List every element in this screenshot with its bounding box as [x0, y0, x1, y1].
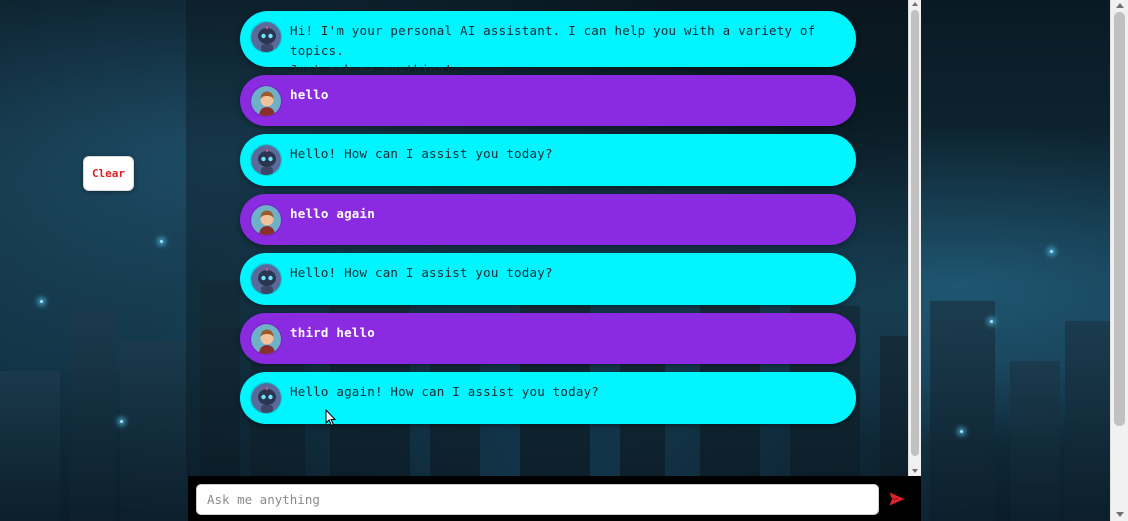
chat-scrollbar-thumb[interactable] — [911, 10, 919, 456]
user-message: hello again — [240, 194, 856, 245]
message-text: Hello! How can I assist you today? — [290, 146, 553, 161]
message-text: hello again — [290, 206, 375, 221]
user-avatar-icon — [250, 204, 282, 236]
light-dot — [160, 240, 163, 243]
scroll-down-arrow-icon[interactable] — [912, 469, 918, 473]
bot-message: Hi! I'm your personal AI assistant. I ca… — [240, 11, 856, 77]
bot-message: Hello again! How can I assist you today? — [240, 372, 856, 424]
user-message: hello — [240, 75, 856, 126]
message-text: third hello — [290, 325, 375, 340]
page-scroll-up-arrow-icon[interactable] — [1116, 3, 1124, 8]
light-dot — [40, 300, 43, 303]
page-scrollbar-thumb[interactable] — [1114, 12, 1125, 426]
scroll-up-arrow-icon[interactable] — [912, 2, 918, 6]
robot-avatar-icon — [250, 382, 282, 414]
chat-scrollbar[interactable] — [908, 0, 921, 476]
light-dot — [990, 320, 993, 323]
page-scroll-down-arrow-icon[interactable] — [1116, 512, 1124, 517]
message-text: hello — [290, 87, 329, 102]
light-dot — [1050, 250, 1053, 253]
light-dot — [960, 430, 963, 433]
clear-button[interactable]: Clear — [83, 156, 134, 191]
message-text: Hi! I'm your personal AI assistant. I ca… — [290, 23, 816, 77]
ask-input[interactable] — [196, 484, 879, 515]
user-avatar-icon — [250, 85, 282, 117]
robot-avatar-icon — [250, 263, 282, 295]
bot-message: Hello! How can I assist you today? — [240, 134, 856, 186]
bot-message: Hello! How can I assist you today? — [240, 253, 856, 305]
send-button[interactable] — [885, 488, 909, 510]
send-icon[interactable] — [889, 492, 905, 506]
message-text: Hello again! How can I assist you today? — [290, 384, 600, 399]
user-message: third hello — [240, 313, 856, 364]
robot-avatar-icon — [250, 144, 282, 176]
input-bar — [188, 476, 921, 521]
light-dot — [120, 420, 123, 423]
user-avatar-icon — [250, 323, 282, 355]
page-scrollbar[interactable] — [1110, 0, 1128, 521]
robot-avatar-icon — [250, 21, 282, 53]
message-text: Hello! How can I assist you today? — [290, 265, 553, 280]
